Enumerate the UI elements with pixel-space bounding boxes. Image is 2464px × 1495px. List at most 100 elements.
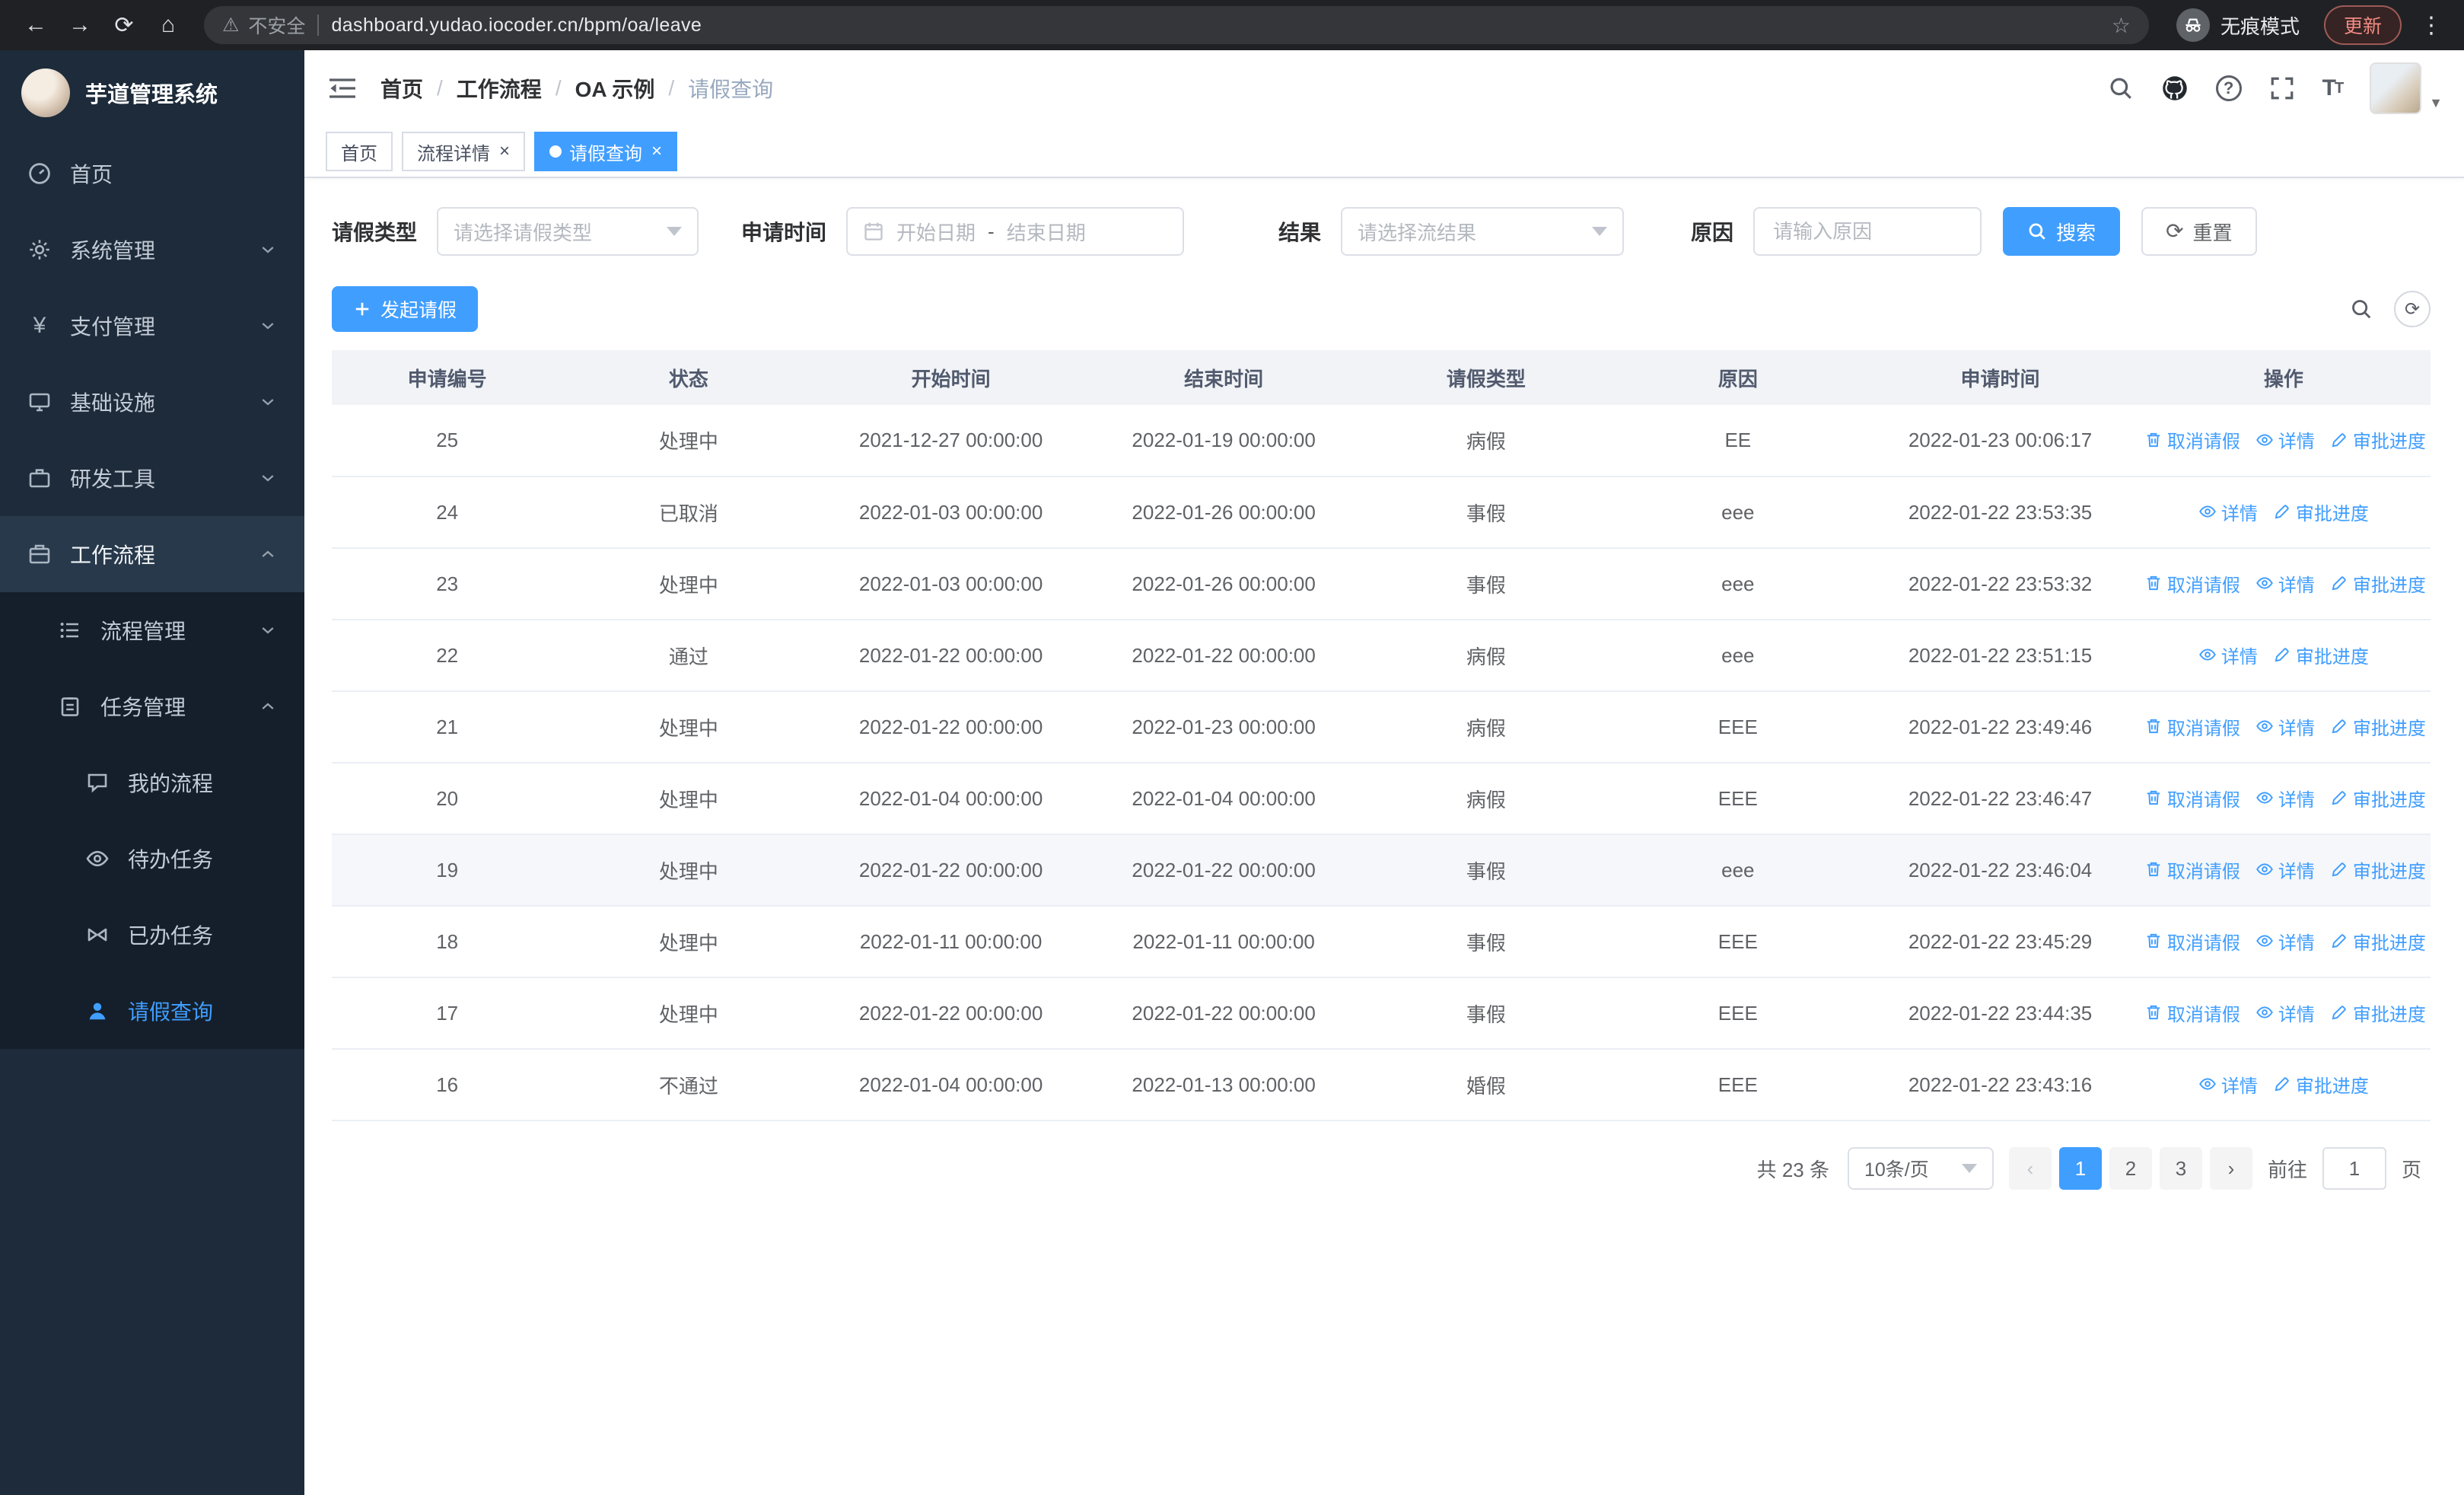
cancel-action-link[interactable]: 取消请假 [2144, 856, 2240, 883]
forward-icon[interactable]: → [59, 5, 100, 46]
col-leave-type: 请假类型 [1360, 350, 1612, 405]
close-icon[interactable]: × [498, 142, 510, 161]
prev-page-button[interactable]: ‹ [2008, 1147, 2052, 1190]
sidebar-item-payment[interactable]: ¥ 支付管理 [0, 288, 304, 364]
date-start-placeholder[interactable]: 开始日期 [896, 218, 976, 246]
detail-action-link[interactable]: 详情 [2198, 499, 2258, 525]
url-text[interactable]: dashboard.yudao.iocoder.cn/bpm/oa/leave [331, 14, 2099, 37]
cancel-action-link[interactable]: 取消请假 [2144, 785, 2240, 811]
progress-action-link[interactable]: 审批进度 [2330, 928, 2426, 955]
sidebar-item-task-mgmt[interactable]: 任务管理 [0, 668, 304, 744]
progress-action-link[interactable]: 审批进度 [2330, 570, 2426, 597]
sidebar-item-label: 任务管理 [100, 696, 186, 719]
detail-action-link[interactable]: 详情 [2255, 856, 2315, 883]
goto-page-input[interactable] [2322, 1147, 2386, 1190]
progress-action-link[interactable]: 审批进度 [2273, 499, 2369, 525]
help-icon[interactable]: ? [2215, 75, 2242, 101]
cell-status: 不通过 [562, 1049, 815, 1121]
update-button[interactable]: 更新 [2323, 5, 2402, 45]
tab-process-detail[interactable]: 流程详情 × [402, 132, 526, 171]
font-size-icon[interactable]: TT [2322, 75, 2345, 101]
sidebar-item-done-tasks[interactable]: 已办任务 [0, 897, 304, 973]
incognito-label: 无痕模式 [2220, 14, 2300, 38]
cancel-action-link[interactable]: 取消请假 [2144, 999, 2240, 1026]
sidebar-item-devtools[interactable]: 研发工具 [0, 440, 304, 516]
cell-apply-id: 19 [332, 834, 563, 907]
breadcrumb-item[interactable]: 工作流程 [457, 73, 542, 104]
page-button-2[interactable]: 2 [2109, 1147, 2152, 1190]
detail-action-link[interactable]: 详情 [2255, 785, 2315, 811]
search-toggle-icon[interactable] [2350, 298, 2373, 320]
briefcase-icon [27, 466, 52, 490]
progress-action-link[interactable]: 审批进度 [2330, 713, 2426, 740]
not-secure-badge[interactable]: ⚠ 不安全 [222, 11, 305, 39]
cell-start-time: 2022-01-03 00:00:00 [814, 477, 1087, 549]
date-end-placeholder[interactable]: 结束日期 [1007, 218, 1086, 246]
browser-menu-icon[interactable]: ⋮ [2414, 12, 2449, 39]
next-page-button[interactable]: › [2209, 1147, 2252, 1190]
page-button-1[interactable]: 1 [2058, 1147, 2102, 1190]
sidebar-item-process-mgmt[interactable]: 流程管理 [0, 592, 304, 668]
progress-action-link[interactable]: 审批进度 [2330, 785, 2426, 811]
progress-action-link[interactable]: 审批进度 [2330, 426, 2426, 453]
reset-button[interactable]: ⟳ 重置 [2141, 207, 2257, 256]
date-range-picker[interactable]: 开始日期 - 结束日期 [846, 207, 1185, 256]
close-icon[interactable]: × [650, 142, 662, 161]
user-menu[interactable]: ▼ [2370, 62, 2443, 114]
sidebar-item-home[interactable]: 首页 [0, 135, 304, 212]
sidebar-item-system[interactable]: 系统管理 [0, 212, 304, 288]
fullscreen-icon[interactable] [2269, 75, 2295, 101]
leave-type-select[interactable]: 请选择请假类型 [437, 207, 699, 256]
sidebar-item-todo-tasks[interactable]: 待办任务 [0, 821, 304, 897]
progress-action-link[interactable]: 审批进度 [2273, 1071, 2369, 1098]
detail-action-link[interactable]: 详情 [2198, 642, 2258, 668]
detail-action-link[interactable]: 详情 [2255, 928, 2315, 955]
sidebar-item-infra[interactable]: 基础设施 [0, 364, 304, 440]
back-icon[interactable]: ← [15, 5, 56, 46]
create-leave-button[interactable]: 发起请假 [332, 286, 479, 332]
cancel-action-link[interactable]: 取消请假 [2144, 570, 2240, 597]
cancel-action-link[interactable]: 取消请假 [2144, 928, 2240, 955]
tab-home[interactable]: 首页 [326, 132, 393, 171]
progress-action-link[interactable]: 审批进度 [2330, 999, 2426, 1026]
tab-leave-query[interactable]: 请假查询 × [534, 132, 678, 171]
breadcrumb-item[interactable]: 首页 [380, 73, 423, 104]
reload-icon[interactable]: ⟳ [103, 5, 145, 46]
sidebar-item-workflow[interactable]: 工作流程 [0, 516, 304, 592]
bookmark-star-icon[interactable]: ☆ [2112, 13, 2131, 38]
cell-leave-type: 病假 [1360, 691, 1612, 763]
reason-input[interactable] [1755, 219, 1981, 244]
page-button-3[interactable]: 3 [2159, 1147, 2202, 1190]
search-button[interactable]: 搜索 [2003, 207, 2121, 256]
detail-action-link[interactable]: 详情 [2255, 570, 2315, 597]
detail-action-link[interactable]: 详情 [2255, 999, 2315, 1026]
cancel-action-link[interactable]: 取消请假 [2144, 713, 2240, 740]
cell-leave-type: 事假 [1360, 548, 1612, 620]
table-row: 16 不通过 2022-01-04 00:00:00 2022-01-13 00:00… [332, 1049, 2431, 1121]
cell-apply-time: 2022-01-22 23:45:29 [1864, 906, 2137, 978]
chevron-down-icon [259, 317, 277, 335]
hamburger-icon[interactable] [304, 75, 380, 101]
sidebar-item-leave-query[interactable]: 请假查询 [0, 973, 304, 1049]
detail-action-link[interactable]: 详情 [2255, 426, 2315, 453]
result-select[interactable]: 请选择流结果 [1341, 207, 1625, 256]
cell-apply-id: 17 [332, 977, 563, 1050]
app-logo[interactable]: 芋道管理系统 [0, 50, 304, 135]
cell-apply-id: 20 [332, 763, 563, 835]
progress-action-link[interactable]: 审批进度 [2330, 856, 2426, 883]
detail-action-link[interactable]: 详情 [2255, 713, 2315, 740]
detail-action-link[interactable]: 详情 [2198, 1071, 2258, 1098]
address-bar[interactable]: ⚠ 不安全 dashboard.yudao.iocoder.cn/bpm/oa/… [204, 6, 2149, 44]
home-icon[interactable]: ⌂ [148, 5, 189, 46]
cancel-action-link[interactable]: 取消请假 [2144, 426, 2240, 453]
tab-label: 请假查询 [569, 143, 643, 164]
refresh-table-icon[interactable]: ⟳ [2394, 291, 2431, 327]
search-icon[interactable] [2108, 75, 2134, 101]
breadcrumb-item[interactable]: OA 示例 [575, 73, 655, 104]
progress-action-link[interactable]: 审批进度 [2273, 642, 2369, 668]
page-size-select[interactable]: 10条/页 [1847, 1147, 1994, 1190]
chevron-up-icon [259, 697, 277, 716]
sidebar-item-my-process[interactable]: 我的流程 [0, 744, 304, 821]
github-icon[interactable] [2161, 75, 2189, 102]
avatar[interactable] [2370, 62, 2422, 114]
